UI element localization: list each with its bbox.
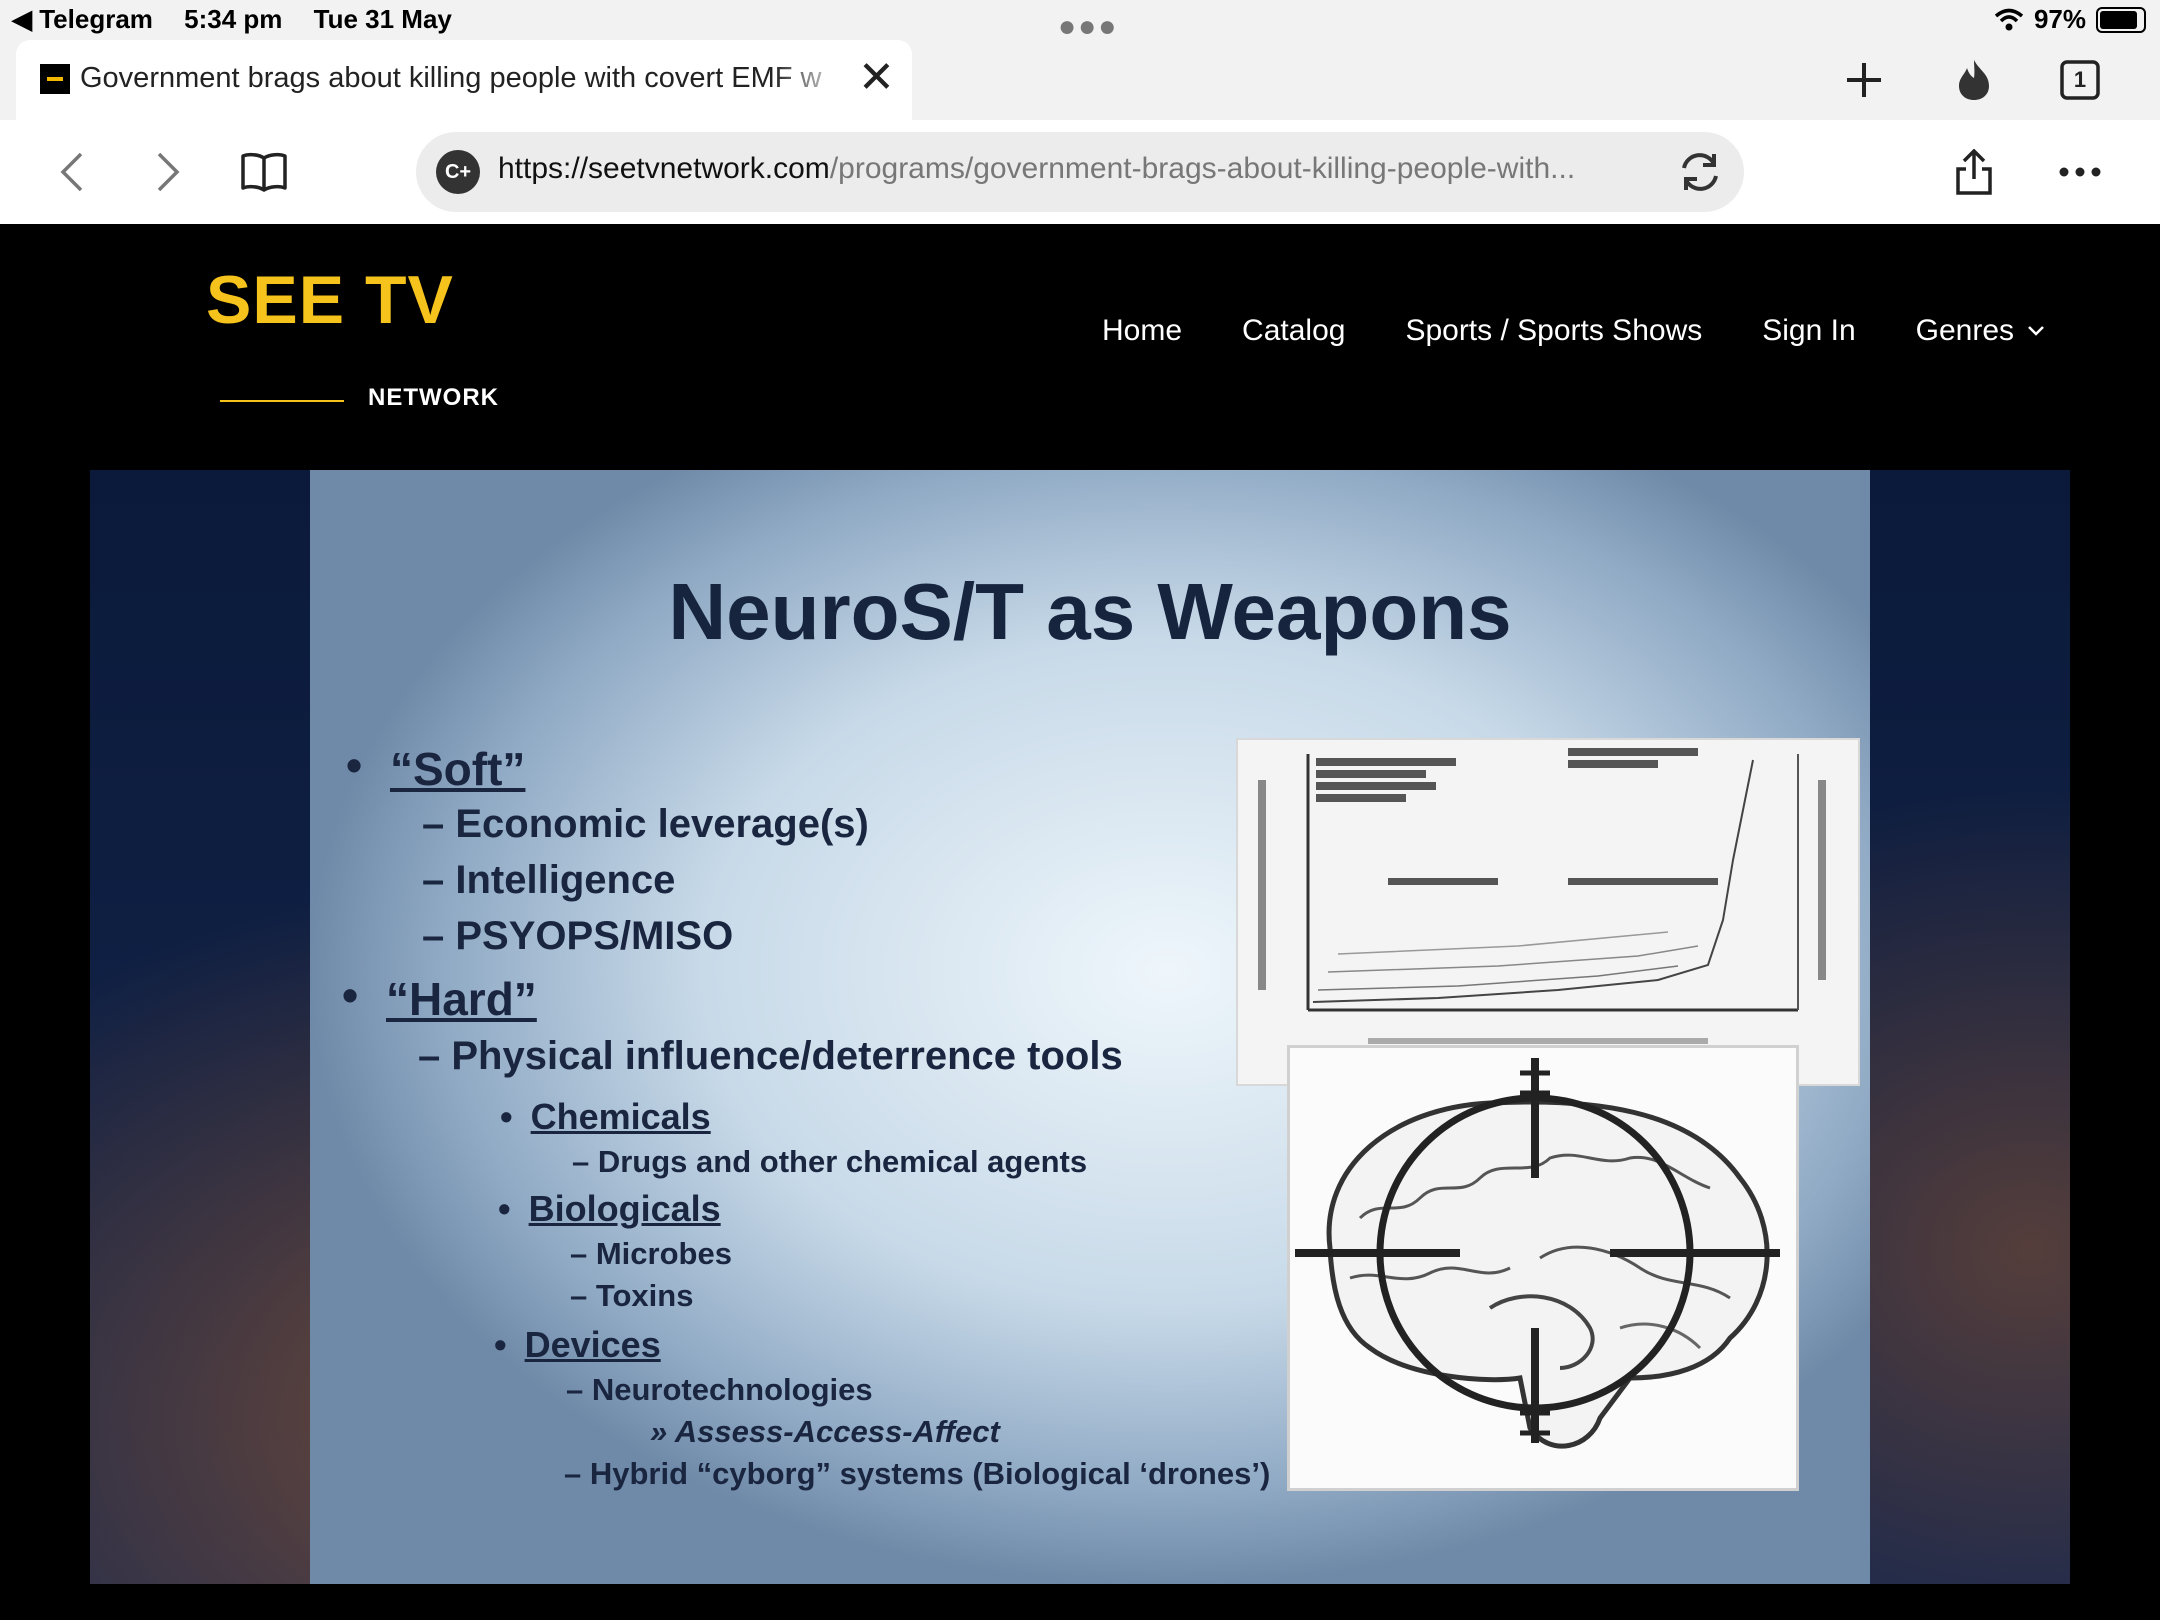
share-button[interactable] xyxy=(1944,142,2004,202)
site-favicon-icon xyxy=(40,64,70,94)
brain-crosshair-image xyxy=(1290,1048,1796,1488)
tab-switcher-button[interactable]: 1 xyxy=(2052,52,2108,108)
new-tab-button[interactable] xyxy=(1836,52,1892,108)
nav-catalog[interactable]: Catalog xyxy=(1242,314,1345,348)
bullet-devices: • Devices xyxy=(494,1324,661,1365)
slide-frame: NeuroS/T as Weapons • “Soft” – Economic l… xyxy=(310,470,1870,1584)
sub-bullet: – Drugs and other chemical agents xyxy=(572,1144,1088,1179)
bullet-soft: • “Soft” xyxy=(346,739,526,795)
tab-title: Government brags about killing people wi… xyxy=(80,62,822,94)
more-menu-button[interactable] xyxy=(2050,142,2110,202)
bullet-hard: • “Hard” xyxy=(342,969,537,1025)
bullet-chemicals: • Chemicals xyxy=(500,1096,711,1137)
tab-count: 1 xyxy=(2073,67,2087,92)
flame-icon xyxy=(1959,60,1989,100)
battery-percent: 97% xyxy=(2033,4,2086,34)
url-text: https://seetvnetwork.com/programs/govern… xyxy=(498,152,1576,185)
site-settings-icon[interactable]: C+ xyxy=(436,150,480,194)
bookmarks-button[interactable] xyxy=(234,142,294,202)
status-date: Tue 31 May xyxy=(313,4,452,34)
main-nav: Home Catalog Sports / Sports Shows Sign … xyxy=(1102,314,2046,348)
video-player[interactable]: NeuroS/T as Weapons • “Soft” – Economic l… xyxy=(90,470,2070,1584)
close-tab-icon[interactable]: ✕ xyxy=(858,56,895,100)
sub-bullet: – Toxins xyxy=(570,1278,694,1313)
back-button[interactable] xyxy=(42,142,102,202)
share-icon xyxy=(1956,149,1992,195)
forward-button[interactable] xyxy=(138,142,198,202)
chevron-down-icon xyxy=(2028,326,2044,336)
sub-bullet: – Physical influence/deterrence tools xyxy=(418,1034,1123,1078)
sub-bullet: – PSYOPS/MISO xyxy=(422,914,734,958)
browser-tab[interactable]: Government brags about killing people wi… xyxy=(16,40,912,120)
chevron-left-icon xyxy=(60,152,83,192)
battery-icon xyxy=(2096,6,2146,33)
back-to-app-link[interactable]: ◀ Telegram xyxy=(12,4,153,34)
sub-bullet: – Microbes xyxy=(570,1236,732,1271)
reload-icon[interactable] xyxy=(1676,148,1724,196)
slide-title: NeuroS/T as Weapons xyxy=(668,567,1512,656)
sub-bullet: – Hybrid “cyborg” systems (Biological ‘d… xyxy=(564,1456,1271,1491)
burn-button[interactable] xyxy=(1946,52,2002,108)
bullet-biologicals: • Biologicals xyxy=(498,1188,721,1229)
logo-subtext: NETWORK xyxy=(368,384,499,411)
sub-bullet: – Economic leverage(s) xyxy=(422,802,869,846)
nav-genres-label: Genres xyxy=(1915,314,2015,347)
address-bar[interactable]: C+ https://seetvnetwork.com/programs/gov… xyxy=(416,132,1744,212)
nav-sign-in[interactable]: Sign In xyxy=(1762,314,1855,348)
chevron-right-icon xyxy=(157,152,180,192)
sub-bullet: – Neurotechnologies xyxy=(566,1372,873,1407)
status-time: 5:34 pm xyxy=(184,4,283,34)
web-page: SEE TV NETWORK Home Catalog Sports / Spo… xyxy=(0,224,2160,1620)
weapon-lethality-graph-image xyxy=(1238,740,1858,1084)
address-toolbar: C+ https://seetvnetwork.com/programs/gov… xyxy=(0,120,2160,224)
logo-text: SEE TV xyxy=(206,262,454,338)
plus-icon xyxy=(1847,63,1881,97)
book-icon xyxy=(241,152,287,192)
nav-home[interactable]: Home xyxy=(1102,314,1182,348)
logo-underline xyxy=(220,400,344,402)
site-logo[interactable]: SEE TV NETWORK xyxy=(206,262,498,411)
more-dots-icon xyxy=(2059,167,2101,177)
tab-bar: Government brags about killing people wi… xyxy=(0,40,2160,120)
sub-sub-bullet: » Assess-Access-Affect xyxy=(650,1414,1000,1449)
status-bar: ◀ Telegram 5:34 pm Tue 31 May ●●● 97% xyxy=(0,0,2160,43)
sub-bullet: – Intelligence xyxy=(422,858,676,902)
nav-genres[interactable]: Genres xyxy=(1916,314,2046,348)
multitasking-dots-icon[interactable]: ●●● xyxy=(1058,10,1118,44)
wifi-icon xyxy=(1994,8,2024,30)
nav-sports[interactable]: Sports / Sports Shows xyxy=(1405,314,1702,348)
